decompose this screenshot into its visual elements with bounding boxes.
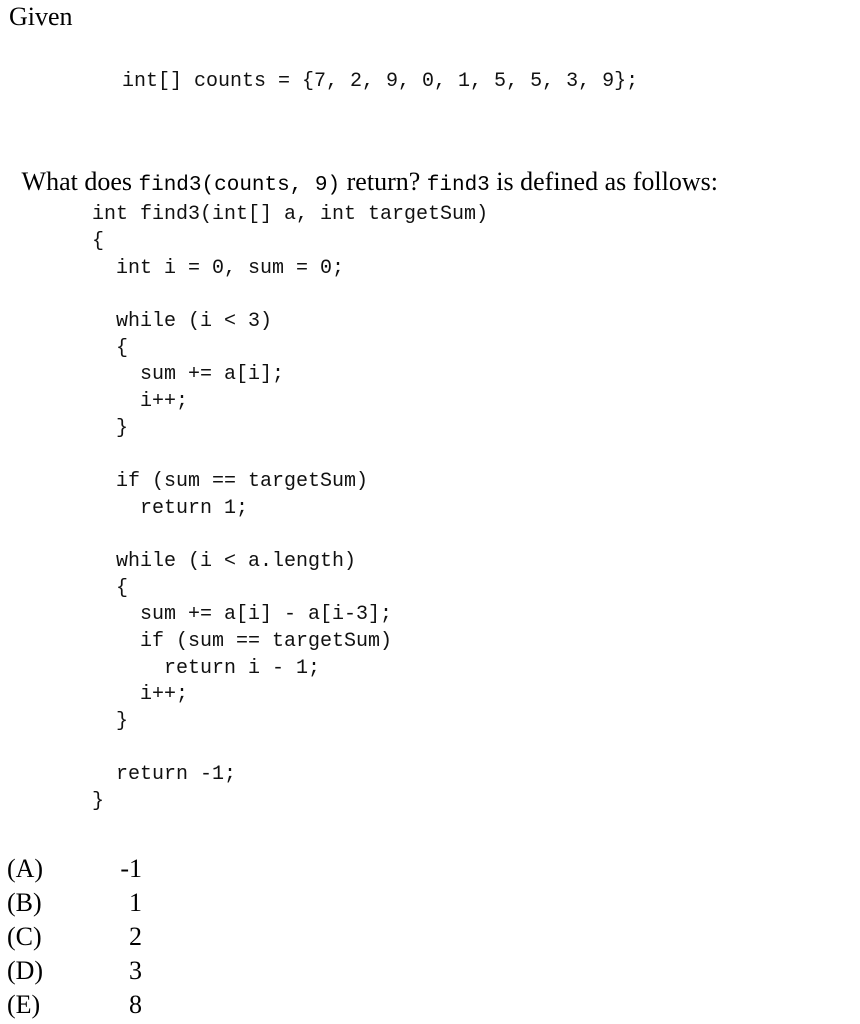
code-line: if (sum == targetSum) bbox=[92, 470, 369, 493]
question-code-call: find3(counts, 9) bbox=[138, 174, 341, 197]
question-text: What does find3(counts, 9) return? find3… bbox=[9, 137, 718, 197]
code-line: if (sum == targetSum) bbox=[92, 630, 393, 653]
code-line: } bbox=[92, 710, 129, 733]
question-text-part-1: What does bbox=[21, 167, 139, 196]
question-code-function: find3 bbox=[426, 174, 490, 197]
choice-value: 3 bbox=[129, 956, 142, 985]
answer-choice-e: (E) 8 bbox=[7, 988, 207, 1022]
choice-value: -1 bbox=[120, 854, 142, 883]
choice-value: 1 bbox=[129, 888, 142, 917]
code-line: { bbox=[92, 337, 129, 360]
answer-choice-b: (B) 1 bbox=[7, 886, 207, 920]
intro-text: Given bbox=[9, 2, 73, 31]
code-line: while (i < 3) bbox=[92, 310, 273, 333]
code-line: { bbox=[92, 230, 105, 253]
code-line: i++; bbox=[92, 390, 189, 413]
code-line: return i - 1; bbox=[92, 657, 321, 680]
array-declaration: int[] counts = {7, 2, 9, 0, 1, 5, 5, 3, … bbox=[122, 70, 639, 93]
code-line: int find3(int[] a, int targetSum) bbox=[92, 203, 489, 226]
choice-letter: (E) bbox=[7, 990, 41, 1019]
question-text-part-2: return? bbox=[340, 167, 427, 196]
answer-choice-d: (D) 3 bbox=[7, 954, 207, 988]
choice-value: 2 bbox=[129, 922, 142, 951]
answer-choice-a: (A) -1 bbox=[7, 852, 207, 886]
choice-letter: (D) bbox=[7, 956, 44, 985]
code-line: sum += a[i]; bbox=[92, 363, 285, 386]
answer-choice-c: (C) 2 bbox=[7, 920, 207, 954]
code-line: sum += a[i] - a[i-3]; bbox=[92, 603, 393, 626]
code-line: } bbox=[92, 790, 105, 813]
question-text-part-3: is defined as follows: bbox=[489, 167, 718, 196]
code-line: return -1; bbox=[92, 763, 237, 786]
answer-choices: (A) -1 (B) 1 (C) 2 (D) 3 (E) 8 bbox=[7, 852, 207, 1022]
code-line: i++; bbox=[92, 683, 189, 706]
code-line: int i = 0, sum = 0; bbox=[92, 257, 345, 280]
choice-value: 8 bbox=[129, 990, 142, 1019]
choice-letter: (B) bbox=[7, 888, 42, 917]
code-line: { bbox=[92, 577, 129, 600]
choice-letter: (C) bbox=[7, 922, 42, 951]
code-line: } bbox=[92, 417, 129, 440]
code-line: while (i < a.length) bbox=[92, 550, 357, 573]
choice-letter: (A) bbox=[7, 854, 44, 883]
code-line: return 1; bbox=[92, 497, 249, 520]
